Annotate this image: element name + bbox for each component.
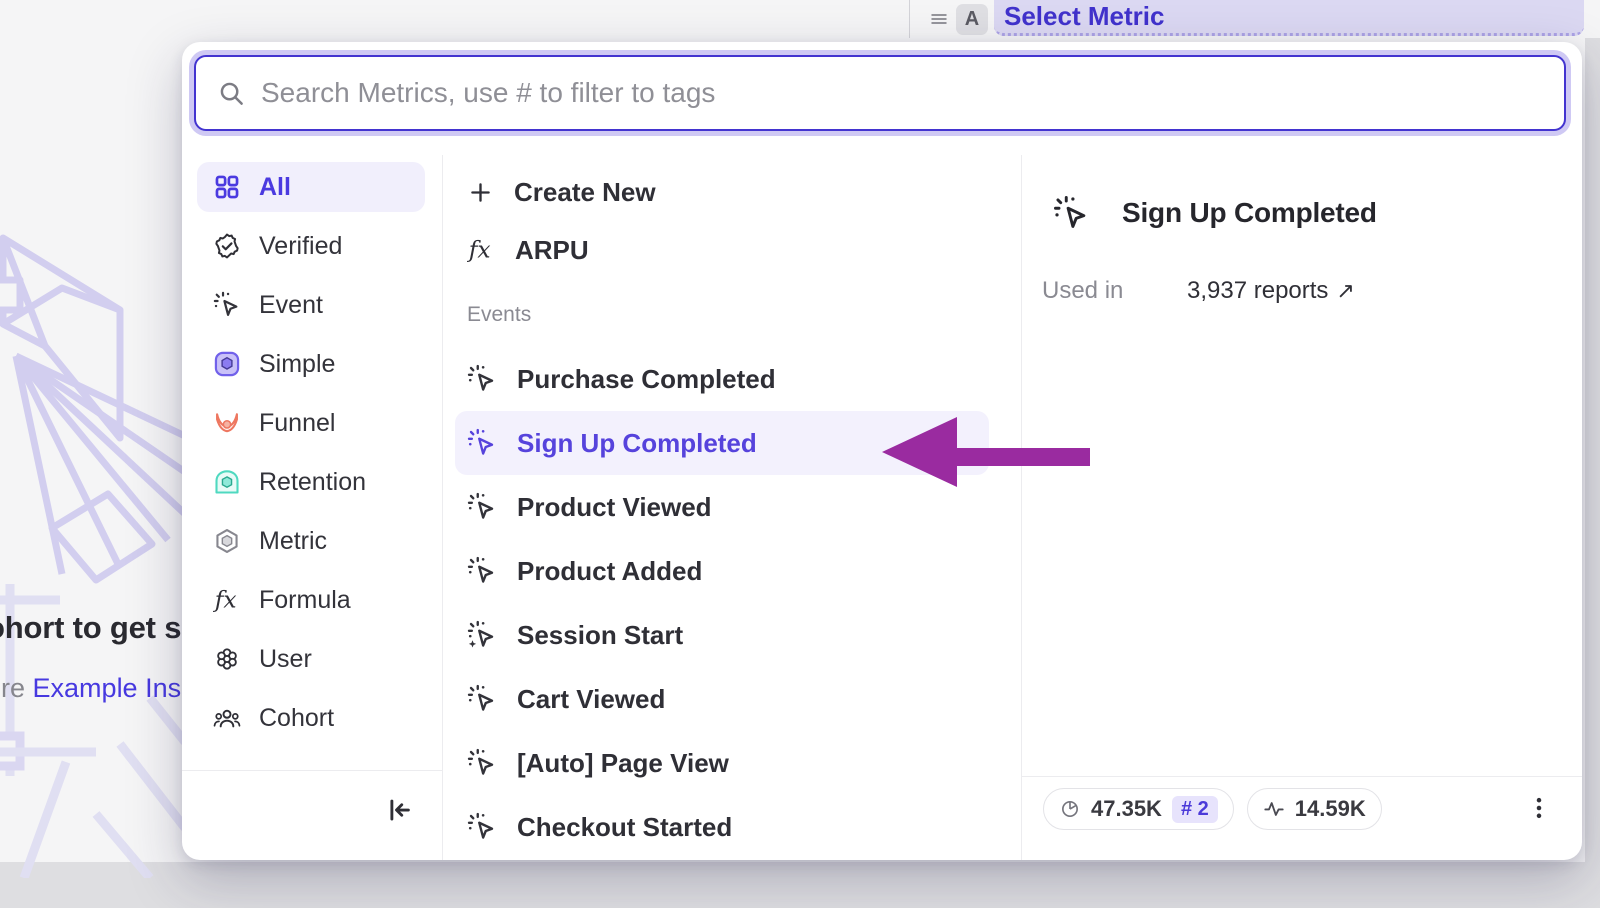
event-spark-cursor-icon (1053, 195, 1090, 232)
cohort-people-icon (213, 704, 241, 732)
sidebar-item-cohort[interactable]: Cohort (197, 693, 425, 743)
screen: ohort to get s ore Example Ins A Select … (0, 0, 1600, 908)
simple-icon (213, 350, 241, 378)
search-icon (218, 80, 245, 107)
sidebar-item-funnel[interactable]: Funnel (197, 398, 425, 448)
event-spark-cursor-icon (467, 684, 497, 714)
sidebar-item-simple[interactable]: Simple (197, 339, 425, 389)
detail-header: Sign Up Completed (1053, 191, 1377, 235)
sidebar-item-label: Retention (259, 468, 366, 497)
metric-list: Create New ARPU Events Purchase Complete… (443, 155, 1022, 860)
metric-hexagon-icon (213, 527, 241, 555)
list-item-purchase-completed[interactable]: Purchase Completed (443, 347, 1021, 411)
create-new-button[interactable]: Create New (443, 163, 1021, 221)
sidebar-item-metric[interactable]: Metric (197, 516, 425, 566)
total-count-value: 47.35K (1091, 796, 1162, 822)
list-item-arpu[interactable]: ARPU (443, 221, 1021, 279)
list-item-cart-viewed[interactable]: Cart Viewed (443, 667, 1021, 731)
list-item-label: Purchase Completed (517, 364, 776, 395)
event-spark-cursor-icon (213, 291, 241, 319)
list-item-label: Cart Viewed (517, 684, 665, 715)
search-field (194, 55, 1566, 131)
grid-icon (213, 173, 241, 201)
metric-picker-dialog: All Verified Event Simple Funnel (182, 42, 1582, 860)
sidebar-footer (182, 770, 442, 860)
sidebar-item-all[interactable]: All (197, 162, 425, 212)
collapse-sidebar-button[interactable] (382, 793, 416, 827)
event-spark-cursor-icon (467, 748, 497, 778)
detail-title: Sign Up Completed (1122, 197, 1377, 229)
sidebar-item-label: Formula (259, 586, 351, 615)
sidebar-item-formula[interactable]: Formula (197, 575, 425, 625)
list-item-checkout-started[interactable]: Checkout Started (443, 795, 1021, 859)
metric-detail-panel: Sign Up Completed Used in 3,937 reports … (1022, 155, 1582, 860)
formula-fx-icon (213, 586, 241, 614)
list-item-product-viewed[interactable]: Product Viewed (443, 475, 1021, 539)
sidebar-item-verified[interactable]: Verified (197, 221, 425, 271)
list-item-label: ARPU (515, 235, 589, 266)
funnel-icon (213, 409, 241, 437)
pulse-icon (1263, 798, 1285, 820)
detail-stats-bar: 47.35K # 2 14.59K (1022, 776, 1582, 860)
retention-icon (213, 468, 241, 496)
used-in-label: Used in (1042, 277, 1187, 305)
dialog-body: All Verified Event Simple Funnel (182, 155, 1582, 860)
sidebar-item-label: Funnel (259, 409, 335, 438)
collapse-panel-icon (384, 795, 414, 825)
event-spark-cursor-icon (467, 428, 497, 458)
sidebar-item-label: Verified (259, 232, 342, 261)
pie-chart-icon (1059, 798, 1081, 820)
sidebar-item-label: User (259, 645, 312, 674)
used-in-row: Used in 3,937 reports ↗ (1042, 277, 1355, 305)
sidebar-item-event[interactable]: Event (197, 280, 425, 330)
sidebar-item-label: Simple (259, 350, 335, 379)
verified-badge-icon (213, 232, 241, 260)
events-section-label: Events (467, 303, 1021, 329)
user-cluster-icon (213, 645, 241, 673)
event-spark-cursor-icon (467, 364, 497, 394)
reports-link[interactable]: 3,937 reports (1187, 277, 1328, 305)
list-item-label: Session Start (517, 620, 683, 651)
list-item-product-added[interactable]: Product Added (443, 539, 1021, 603)
event-spark-cursor-icon (467, 812, 497, 842)
unique-count-badge[interactable]: 14.59K (1247, 788, 1382, 830)
list-item-auto-page-view[interactable]: [Auto] Page View (443, 731, 1021, 795)
formula-fx-icon (467, 236, 495, 264)
kebab-menu-icon (1526, 795, 1552, 821)
plus-icon (467, 179, 494, 206)
list-item-label: Product Viewed (517, 492, 712, 523)
sidebar-item-label: Metric (259, 527, 327, 556)
sidebar-item-label: All (259, 173, 291, 202)
sidebar-item-user[interactable]: User (197, 634, 425, 684)
search-input[interactable] (259, 76, 1544, 110)
sidebar-item-retention[interactable]: Retention (197, 457, 425, 507)
list-item-label: Sign Up Completed (517, 428, 757, 459)
external-link-arrow-icon: ↗ (1336, 278, 1354, 304)
create-new-label: Create New (514, 177, 656, 208)
event-spark-cursor-icon (467, 556, 497, 586)
rank-chip: # 2 (1172, 796, 1218, 823)
list-item-label: Checkout Started (517, 812, 732, 843)
sidebar-item-label: Cohort (259, 704, 334, 733)
total-count-badge[interactable]: 47.35K # 2 (1043, 788, 1234, 830)
category-sidebar: All Verified Event Simple Funnel (182, 155, 443, 860)
list-item-label: Product Added (517, 556, 702, 587)
more-options-button[interactable] (1522, 788, 1556, 828)
list-item-sign-up-completed[interactable]: Sign Up Completed (455, 411, 989, 475)
list-item-label: [Auto] Page View (517, 748, 729, 779)
sidebar-item-label: Event (259, 291, 323, 320)
event-spark-star-icon (467, 620, 497, 650)
list-item-session-start[interactable]: Session Start (443, 603, 1021, 667)
unique-count-value: 14.59K (1295, 796, 1366, 822)
event-spark-cursor-icon (467, 492, 497, 522)
